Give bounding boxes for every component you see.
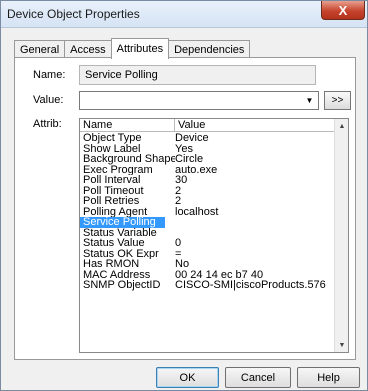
attribute-value: CISCO-SMI|ciscoProducts.576 xyxy=(175,280,326,291)
attribute-value xyxy=(165,217,335,228)
properties-dialog: Device Object Properties X General Acces… xyxy=(0,0,368,391)
attribute-name: MAC Address xyxy=(83,269,151,280)
value-label: Value: xyxy=(33,94,64,106)
help-button[interactable]: Help xyxy=(297,367,360,388)
attribute-row[interactable]: SNMP ObjectID CISCO-SMI|ciscoProducts.576 xyxy=(80,280,335,291)
attrib-label: Attrib: xyxy=(33,118,62,130)
list-header: Name Value xyxy=(80,119,335,132)
attribute-value: 2 xyxy=(175,185,182,196)
attribute-value: 0 xyxy=(175,238,182,249)
attribute-row[interactable]: Exec Program auto.exe xyxy=(80,165,335,176)
attribute-name: Status Variable xyxy=(83,227,157,238)
chevron-down-icon[interactable]: ▼ xyxy=(303,94,316,107)
attribute-rows: Object Type Device Show Label Yes Background… xyxy=(80,133,335,291)
attribute-name: Poll Interval xyxy=(83,175,141,186)
column-header-name[interactable]: Name xyxy=(80,119,175,131)
attribute-row[interactable]: Polling Agent localhost xyxy=(80,207,335,218)
name-label: Name: xyxy=(33,69,66,81)
attribute-row[interactable]: Status Variable xyxy=(80,228,335,239)
attribute-row[interactable]: MAC Address 00 24 14 ec b7 40 xyxy=(80,270,335,281)
attributes-list[interactable]: Name Value Object Type Device Show Label Ye… xyxy=(79,118,349,353)
vertical-scrollbar[interactable]: ▲ ▼ xyxy=(334,119,348,352)
attribute-name: Show Label xyxy=(83,143,141,154)
tab-dependencies[interactable]: Dependencies xyxy=(168,40,251,58)
attribute-row[interactable]: Service Polling xyxy=(80,217,335,228)
attribute-name: Polling Agent xyxy=(83,206,148,217)
attribute-row[interactable]: Poll Retries 2 xyxy=(80,196,335,207)
attribute-row[interactable]: Has RMON No xyxy=(80,259,335,270)
attribute-name: SNMP ObjectID xyxy=(83,280,161,291)
attribute-value: No xyxy=(175,259,190,270)
attribute-row[interactable]: Poll Timeout 2 xyxy=(80,186,335,197)
close-button[interactable]: X xyxy=(321,1,365,20)
attribute-row[interactable]: Show Label Yes xyxy=(80,144,335,155)
attribute-name: Has RMON xyxy=(83,259,140,270)
more-button[interactable]: >> xyxy=(324,91,351,110)
attribute-row[interactable]: Object Type Device xyxy=(80,133,335,144)
attribute-row[interactable]: Status Value 0 xyxy=(80,238,335,249)
tab-attributes[interactable]: Attributes xyxy=(110,38,170,59)
attribute-value: Yes xyxy=(175,143,193,154)
scroll-up-icon[interactable]: ▲ xyxy=(335,119,348,133)
attribute-value: Device xyxy=(175,133,209,144)
column-header-value[interactable]: Value xyxy=(175,119,335,131)
close-icon: X xyxy=(338,2,348,18)
attribute-value: Circle xyxy=(175,154,204,165)
tab-general[interactable]: General xyxy=(14,40,66,58)
attribute-name: Status Value xyxy=(83,238,145,249)
window-title: Device Object Properties xyxy=(7,7,140,21)
attribute-value: 30 xyxy=(175,175,188,186)
cancel-button[interactable]: Cancel xyxy=(225,367,291,388)
attribute-value: = xyxy=(175,248,182,259)
attribute-value xyxy=(175,228,335,239)
tab-access[interactable]: Access xyxy=(64,40,112,58)
tab-strip: General Access Attributes Dependencies xyxy=(14,38,251,59)
ok-button[interactable]: OK xyxy=(156,367,219,388)
attribute-value: 2 xyxy=(175,196,182,207)
attribute-name: Service Polling xyxy=(80,217,165,228)
attribute-value: localhost xyxy=(175,206,219,217)
attribute-value: auto.exe xyxy=(175,164,218,175)
attribute-name: Status OK Expr xyxy=(83,248,159,259)
attribute-row[interactable]: Background Shape Circle xyxy=(80,154,335,165)
attribute-name: Poll Timeout xyxy=(83,185,144,196)
attribute-row[interactable]: Status OK Expr = xyxy=(80,249,335,260)
name-field: Service Polling xyxy=(79,65,316,85)
attribute-name: Background Shape xyxy=(83,154,175,165)
attribute-name: Exec Program xyxy=(83,164,153,175)
attribute-name: Object Type xyxy=(83,133,142,144)
attributes-panel: Name: Service Polling Value: ▼ >> Attrib… xyxy=(14,57,356,360)
attribute-value: 00 24 14 ec b7 40 xyxy=(175,269,264,280)
title-bar[interactable]: Device Object Properties X xyxy=(1,1,367,28)
attribute-name: Poll Retries xyxy=(83,196,140,207)
attribute-row[interactable]: Poll Interval 30 xyxy=(80,175,335,186)
scroll-down-icon[interactable]: ▼ xyxy=(335,338,348,352)
value-combobox[interactable]: ▼ xyxy=(79,91,319,110)
